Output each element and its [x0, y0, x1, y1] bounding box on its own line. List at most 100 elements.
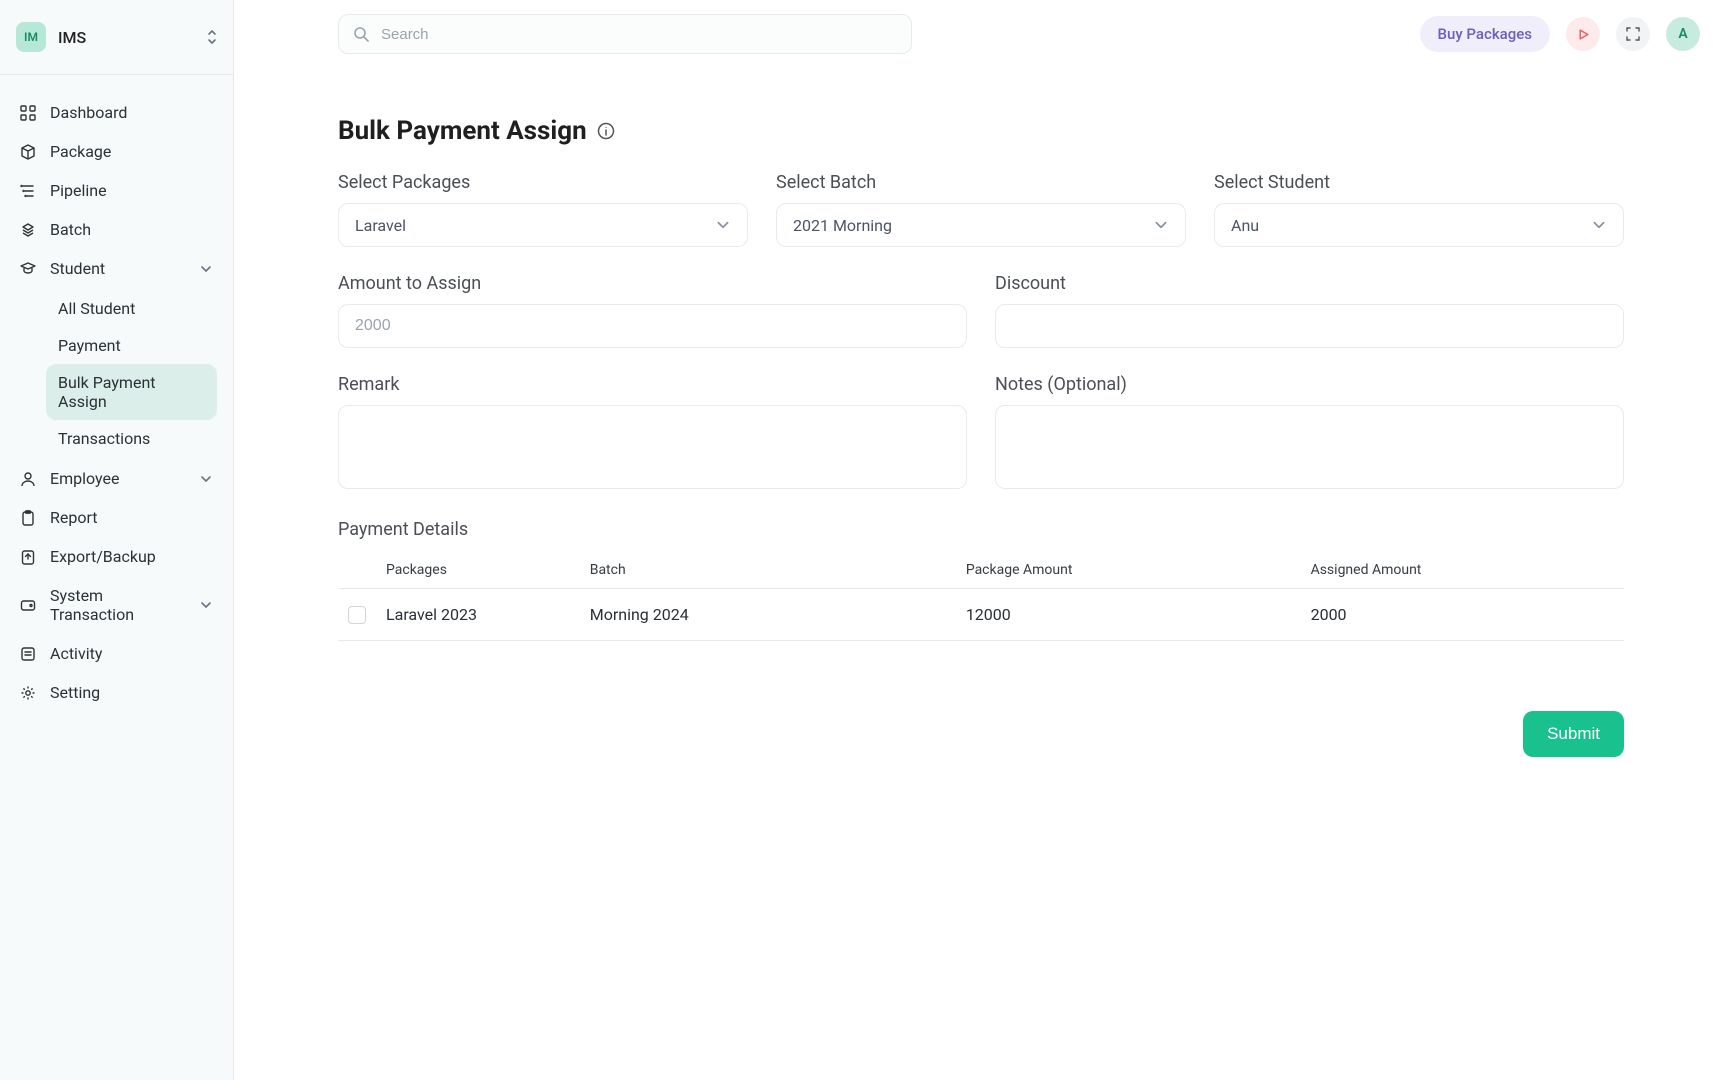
- org-switcher[interactable]: IM IMS: [0, 0, 233, 75]
- org-name: IMS: [58, 28, 86, 47]
- notes-field[interactable]: [995, 405, 1624, 489]
- chevron-down-icon: [199, 598, 213, 612]
- gear-icon: [20, 685, 36, 701]
- buy-packages-button[interactable]: Buy Packages: [1420, 16, 1550, 52]
- label-notes: Notes (Optional): [995, 374, 1624, 395]
- search-box[interactable]: [338, 14, 912, 54]
- cell-assigned-amount: 2000: [1311, 605, 1624, 624]
- sidebar-item-label: Report: [50, 508, 98, 527]
- discount-input[interactable]: [996, 305, 1623, 347]
- cell-packages: Laravel 2023: [386, 605, 590, 624]
- info-icon[interactable]: [597, 122, 615, 140]
- sidebar-item-report[interactable]: Report: [10, 498, 223, 537]
- expand-icon: [1626, 27, 1640, 41]
- search-icon: [353, 26, 369, 42]
- search-input[interactable]: [379, 25, 897, 44]
- select-packages-value: Laravel: [355, 216, 406, 235]
- export-icon: [20, 549, 36, 565]
- clipboard-icon: [20, 510, 36, 526]
- submit-button[interactable]: Submit: [1523, 711, 1624, 757]
- switcher-icon[interactable]: [205, 29, 219, 45]
- package-icon: [20, 144, 36, 160]
- wallet-icon: [20, 597, 36, 613]
- list-icon: [20, 646, 36, 662]
- discount-field[interactable]: [995, 304, 1624, 348]
- col-assigned-amount: Assigned Amount: [1311, 562, 1624, 578]
- notes-input[interactable]: [996, 406, 1623, 488]
- label-select-packages: Select Packages: [338, 172, 748, 193]
- chevron-down-icon: [1153, 217, 1169, 233]
- col-batch: Batch: [590, 562, 966, 578]
- sidebar-item-dashboard[interactable]: Dashboard: [10, 93, 223, 132]
- primary-nav: Dashboard Package Pipeline Batch: [0, 75, 233, 712]
- sidebar-item-label: Batch: [50, 220, 91, 239]
- chevron-down-icon: [1591, 217, 1607, 233]
- remark-input[interactable]: [339, 406, 966, 488]
- sidebar-item-export-backup[interactable]: Export/Backup: [10, 537, 223, 576]
- subnav-transactions[interactable]: Transactions: [46, 420, 217, 457]
- org-logo: IM: [16, 22, 46, 52]
- sidebar-item-system-transaction[interactable]: System Transaction: [10, 576, 223, 634]
- sidebar-item-student[interactable]: Student: [10, 249, 223, 288]
- pipeline-icon: [20, 183, 36, 199]
- col-packages: Packages: [386, 562, 590, 578]
- page-title-text: Bulk Payment Assign: [338, 116, 587, 146]
- label-remark: Remark: [338, 374, 967, 395]
- sidebar-item-label: Student: [50, 259, 105, 278]
- remark-field[interactable]: [338, 405, 967, 489]
- sidebar-item-label: Setting: [50, 683, 100, 702]
- sidebar-item-label: Package: [50, 142, 111, 161]
- subnav-bulk-payment-assign[interactable]: Bulk Payment Assign: [46, 364, 217, 420]
- student-subnav: All Student Payment Bulk Payment Assign …: [10, 288, 223, 459]
- main: Buy Packages A Bulk Payment Assign: [234, 0, 1728, 1080]
- select-student-value: Anu: [1231, 216, 1259, 235]
- sidebar-item-package[interactable]: Package: [10, 132, 223, 171]
- chevron-down-icon: [715, 217, 731, 233]
- sidebar-item-batch[interactable]: Batch: [10, 210, 223, 249]
- sidebar-item-pipeline[interactable]: Pipeline: [10, 171, 223, 210]
- subnav-payment[interactable]: Payment: [46, 327, 217, 364]
- play-button[interactable]: [1566, 17, 1600, 51]
- sidebar: IM IMS Dashboard Package: [0, 0, 234, 1080]
- grid-icon: [20, 105, 36, 121]
- amount-to-assign-input[interactable]: [339, 305, 966, 347]
- sidebar-item-label: Pipeline: [50, 181, 107, 200]
- col-package-amount: Package Amount: [966, 562, 1311, 578]
- label-select-batch: Select Batch: [776, 172, 1186, 193]
- topbar: Buy Packages A: [234, 0, 1728, 68]
- label-amount-to-assign: Amount to Assign: [338, 273, 967, 294]
- batch-icon: [20, 222, 36, 238]
- play-icon: [1577, 28, 1590, 41]
- table-row: Laravel 2023 Morning 2024 12000 2000: [338, 589, 1624, 641]
- fullscreen-button[interactable]: [1616, 17, 1650, 51]
- select-packages[interactable]: Laravel: [338, 203, 748, 247]
- cell-batch: Morning 2024: [590, 605, 966, 624]
- label-discount: Discount: [995, 273, 1624, 294]
- table-header: Packages Batch Package Amount Assigned A…: [338, 552, 1624, 589]
- sidebar-item-employee[interactable]: Employee: [10, 459, 223, 498]
- select-batch[interactable]: 2021 Morning: [776, 203, 1186, 247]
- form: Select Packages Laravel Select Batch 202…: [338, 172, 1624, 489]
- sidebar-item-activity[interactable]: Activity: [10, 634, 223, 673]
- student-icon: [20, 261, 36, 277]
- payment-details-heading: Payment Details: [338, 519, 1624, 540]
- page-title: Bulk Payment Assign: [338, 116, 1624, 146]
- chevron-down-icon: [199, 472, 213, 486]
- cell-package-amount: 12000: [966, 605, 1311, 624]
- select-student[interactable]: Anu: [1214, 203, 1624, 247]
- form-actions: Submit: [338, 711, 1624, 757]
- sidebar-item-label: Activity: [50, 644, 102, 663]
- row-checkbox[interactable]: [348, 606, 366, 624]
- payment-details-table: Packages Batch Package Amount Assigned A…: [338, 552, 1624, 641]
- user-icon: [20, 471, 36, 487]
- user-avatar[interactable]: A: [1666, 17, 1700, 51]
- sidebar-item-label: Employee: [50, 469, 119, 488]
- sidebar-item-setting[interactable]: Setting: [10, 673, 223, 712]
- chevron-down-icon: [199, 262, 213, 276]
- amount-to-assign-field[interactable]: [338, 304, 967, 348]
- page-content: Bulk Payment Assign Select Packages Lara…: [234, 68, 1728, 797]
- select-batch-value: 2021 Morning: [793, 216, 892, 235]
- subnav-all-student[interactable]: All Student: [46, 290, 217, 327]
- label-select-student: Select Student: [1214, 172, 1624, 193]
- sidebar-item-label: System Transaction: [50, 586, 185, 624]
